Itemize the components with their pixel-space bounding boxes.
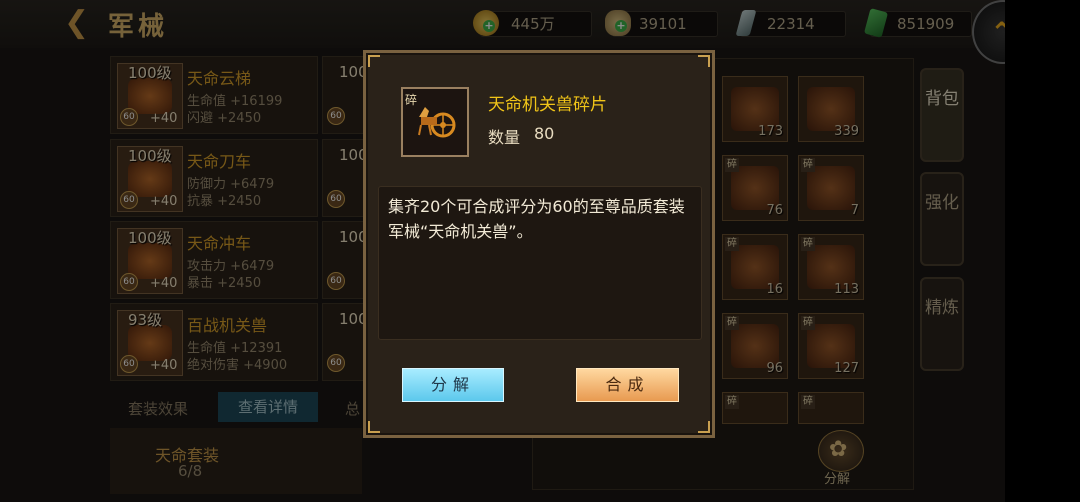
corner-ornament [368,55,380,67]
mechanical-beast-fragment-icon [418,107,456,138]
quantity-label: 数量 [488,128,521,147]
item-description: 集齐20个可合成评分为60的至尊品质套装军械“天命机关兽”。 [388,197,685,241]
screen-edge [1005,0,1080,502]
item-name: 天命机关兽碎片 [488,95,607,115]
corner-ornament [698,421,710,433]
decompose-button[interactable]: 分解 [402,368,504,402]
corner-ornament [698,55,710,67]
compose-button[interactable]: 合成 [576,368,679,402]
corner-ornament [368,421,380,433]
quantity-value: 80 [534,124,555,143]
item-icon-frame: 碎 [401,87,469,157]
